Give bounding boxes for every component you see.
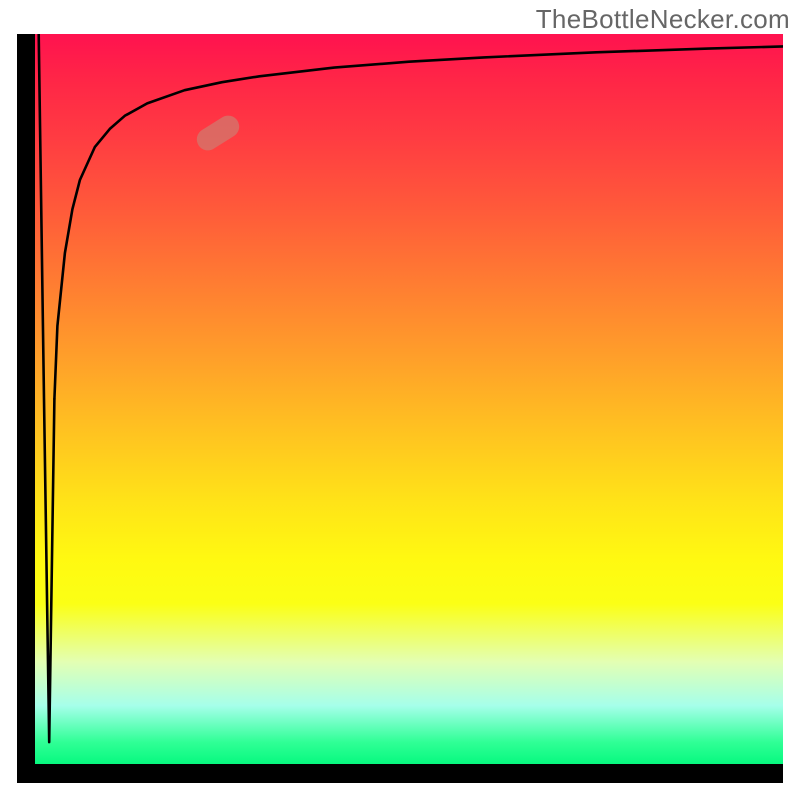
bottleneck-chart [17, 34, 783, 783]
chart-curves [35, 34, 783, 764]
attribution-label: TheBottleNecker.com [536, 4, 790, 35]
chart-plot-area [35, 34, 783, 764]
